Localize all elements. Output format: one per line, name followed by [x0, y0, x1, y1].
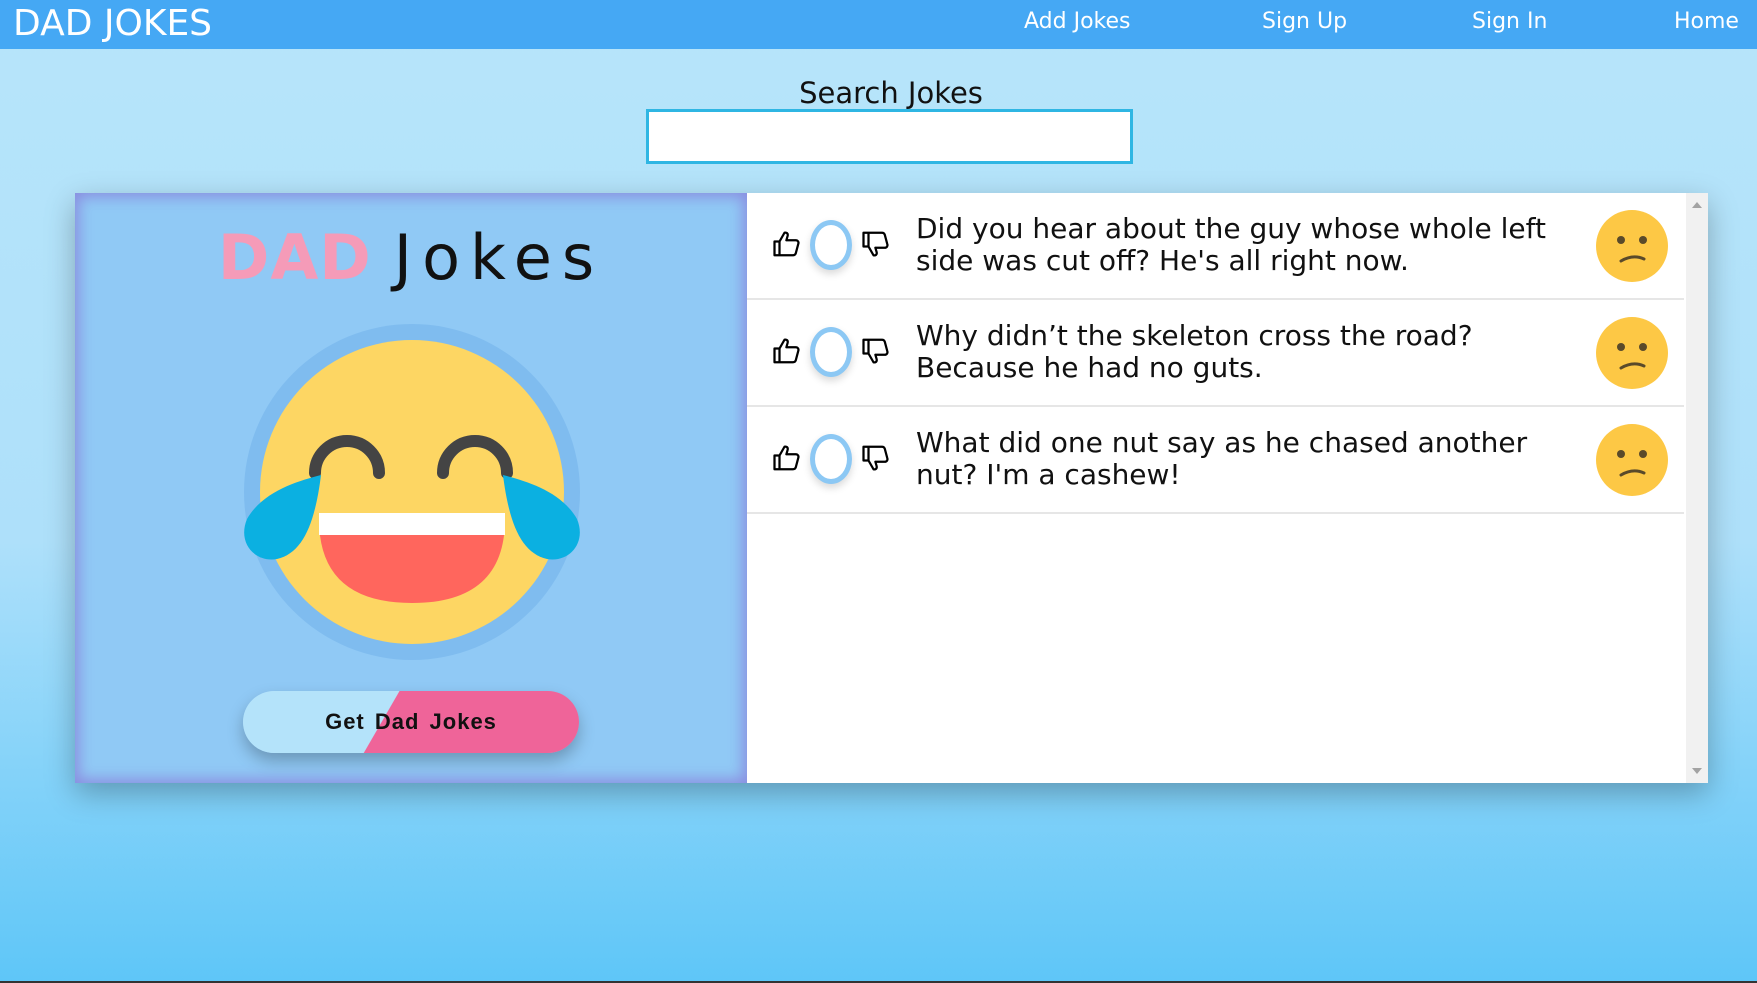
confused-face-icon: [1596, 317, 1668, 389]
scroll-up-arrow-icon[interactable]: [1692, 202, 1702, 208]
nav-sign-up[interactable]: Sign Up: [1262, 10, 1347, 34]
joke-text: Did you hear about the guy whose whole l…: [916, 212, 1546, 277]
navbar: DAD JOKES Add Jokes Sign Up Sign In Home: [0, 0, 1757, 49]
thumbs-down-icon[interactable]: [861, 443, 891, 473]
joke-list: Did you hear about the guy whose whole l…: [747, 193, 1684, 783]
joke-text: Why didn’t the skeleton cross the road? …: [916, 319, 1473, 384]
joke-row: Did you hear about the guy whose whole l…: [747, 193, 1684, 300]
thumbs-down-icon[interactable]: [861, 336, 891, 366]
scrollbar[interactable]: [1686, 193, 1708, 783]
thumbs-up-icon[interactable]: [772, 229, 802, 259]
nav-add-jokes[interactable]: Add Jokes: [1024, 10, 1131, 34]
vote-score-circle: [810, 434, 852, 484]
panel-title-jokes: Jokes: [393, 221, 605, 294]
nav-sign-in[interactable]: Sign In: [1472, 10, 1547, 34]
search-input[interactable]: [646, 109, 1133, 164]
confused-face-icon: [1596, 424, 1668, 496]
jokes-panel: Did you hear about the guy whose whole l…: [747, 193, 1708, 783]
jokes-card: DAD Jokes Get Dad Jokes Did you hear abo…: [75, 193, 1708, 783]
brand-logo[interactable]: DAD JOKES: [13, 3, 212, 45]
left-panel: DAD Jokes Get Dad Jokes: [75, 193, 747, 783]
joke-row: Why didn’t the skeleton cross the road? …: [747, 300, 1684, 407]
search-label: Search Jokes: [799, 76, 983, 110]
nav-home[interactable]: Home: [1674, 10, 1739, 34]
confused-face-icon: [1596, 210, 1668, 282]
face-with-tears-of-joy-icon: [243, 323, 581, 661]
panel-title-dad: DAD: [217, 221, 372, 294]
vote-score-circle: [810, 327, 852, 377]
scroll-down-arrow-icon[interactable]: [1692, 768, 1702, 774]
vote-score-circle: [810, 220, 852, 270]
get-dad-jokes-button[interactable]: Get Dad Jokes: [243, 691, 579, 753]
thumbs-up-icon[interactable]: [772, 443, 802, 473]
thumbs-down-icon[interactable]: [861, 229, 891, 259]
panel-title: DAD Jokes: [75, 223, 747, 294]
joke-row: What did one nut say as he chased anothe…: [747, 407, 1684, 514]
thumbs-up-icon[interactable]: [772, 336, 802, 366]
joke-text: What did one nut say as he chased anothe…: [916, 426, 1528, 491]
